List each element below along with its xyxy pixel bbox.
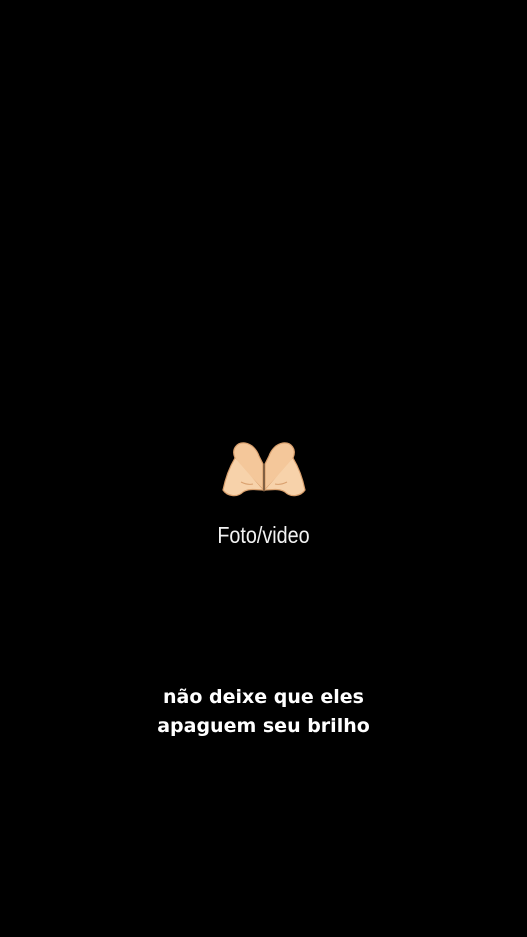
- caption-line-2: apaguem seu brilho: [157, 715, 370, 737]
- caption-line-1: não deixe que eles: [163, 686, 364, 708]
- story-caption: não deixe que eles apaguem seu brilho: [0, 683, 527, 741]
- media-placeholder-label: Foto/video: [217, 522, 310, 548]
- heart-hands-icon: [222, 442, 306, 497]
- story-screen[interactable]: Foto/video não deixe que eles apaguem se…: [0, 0, 527, 937]
